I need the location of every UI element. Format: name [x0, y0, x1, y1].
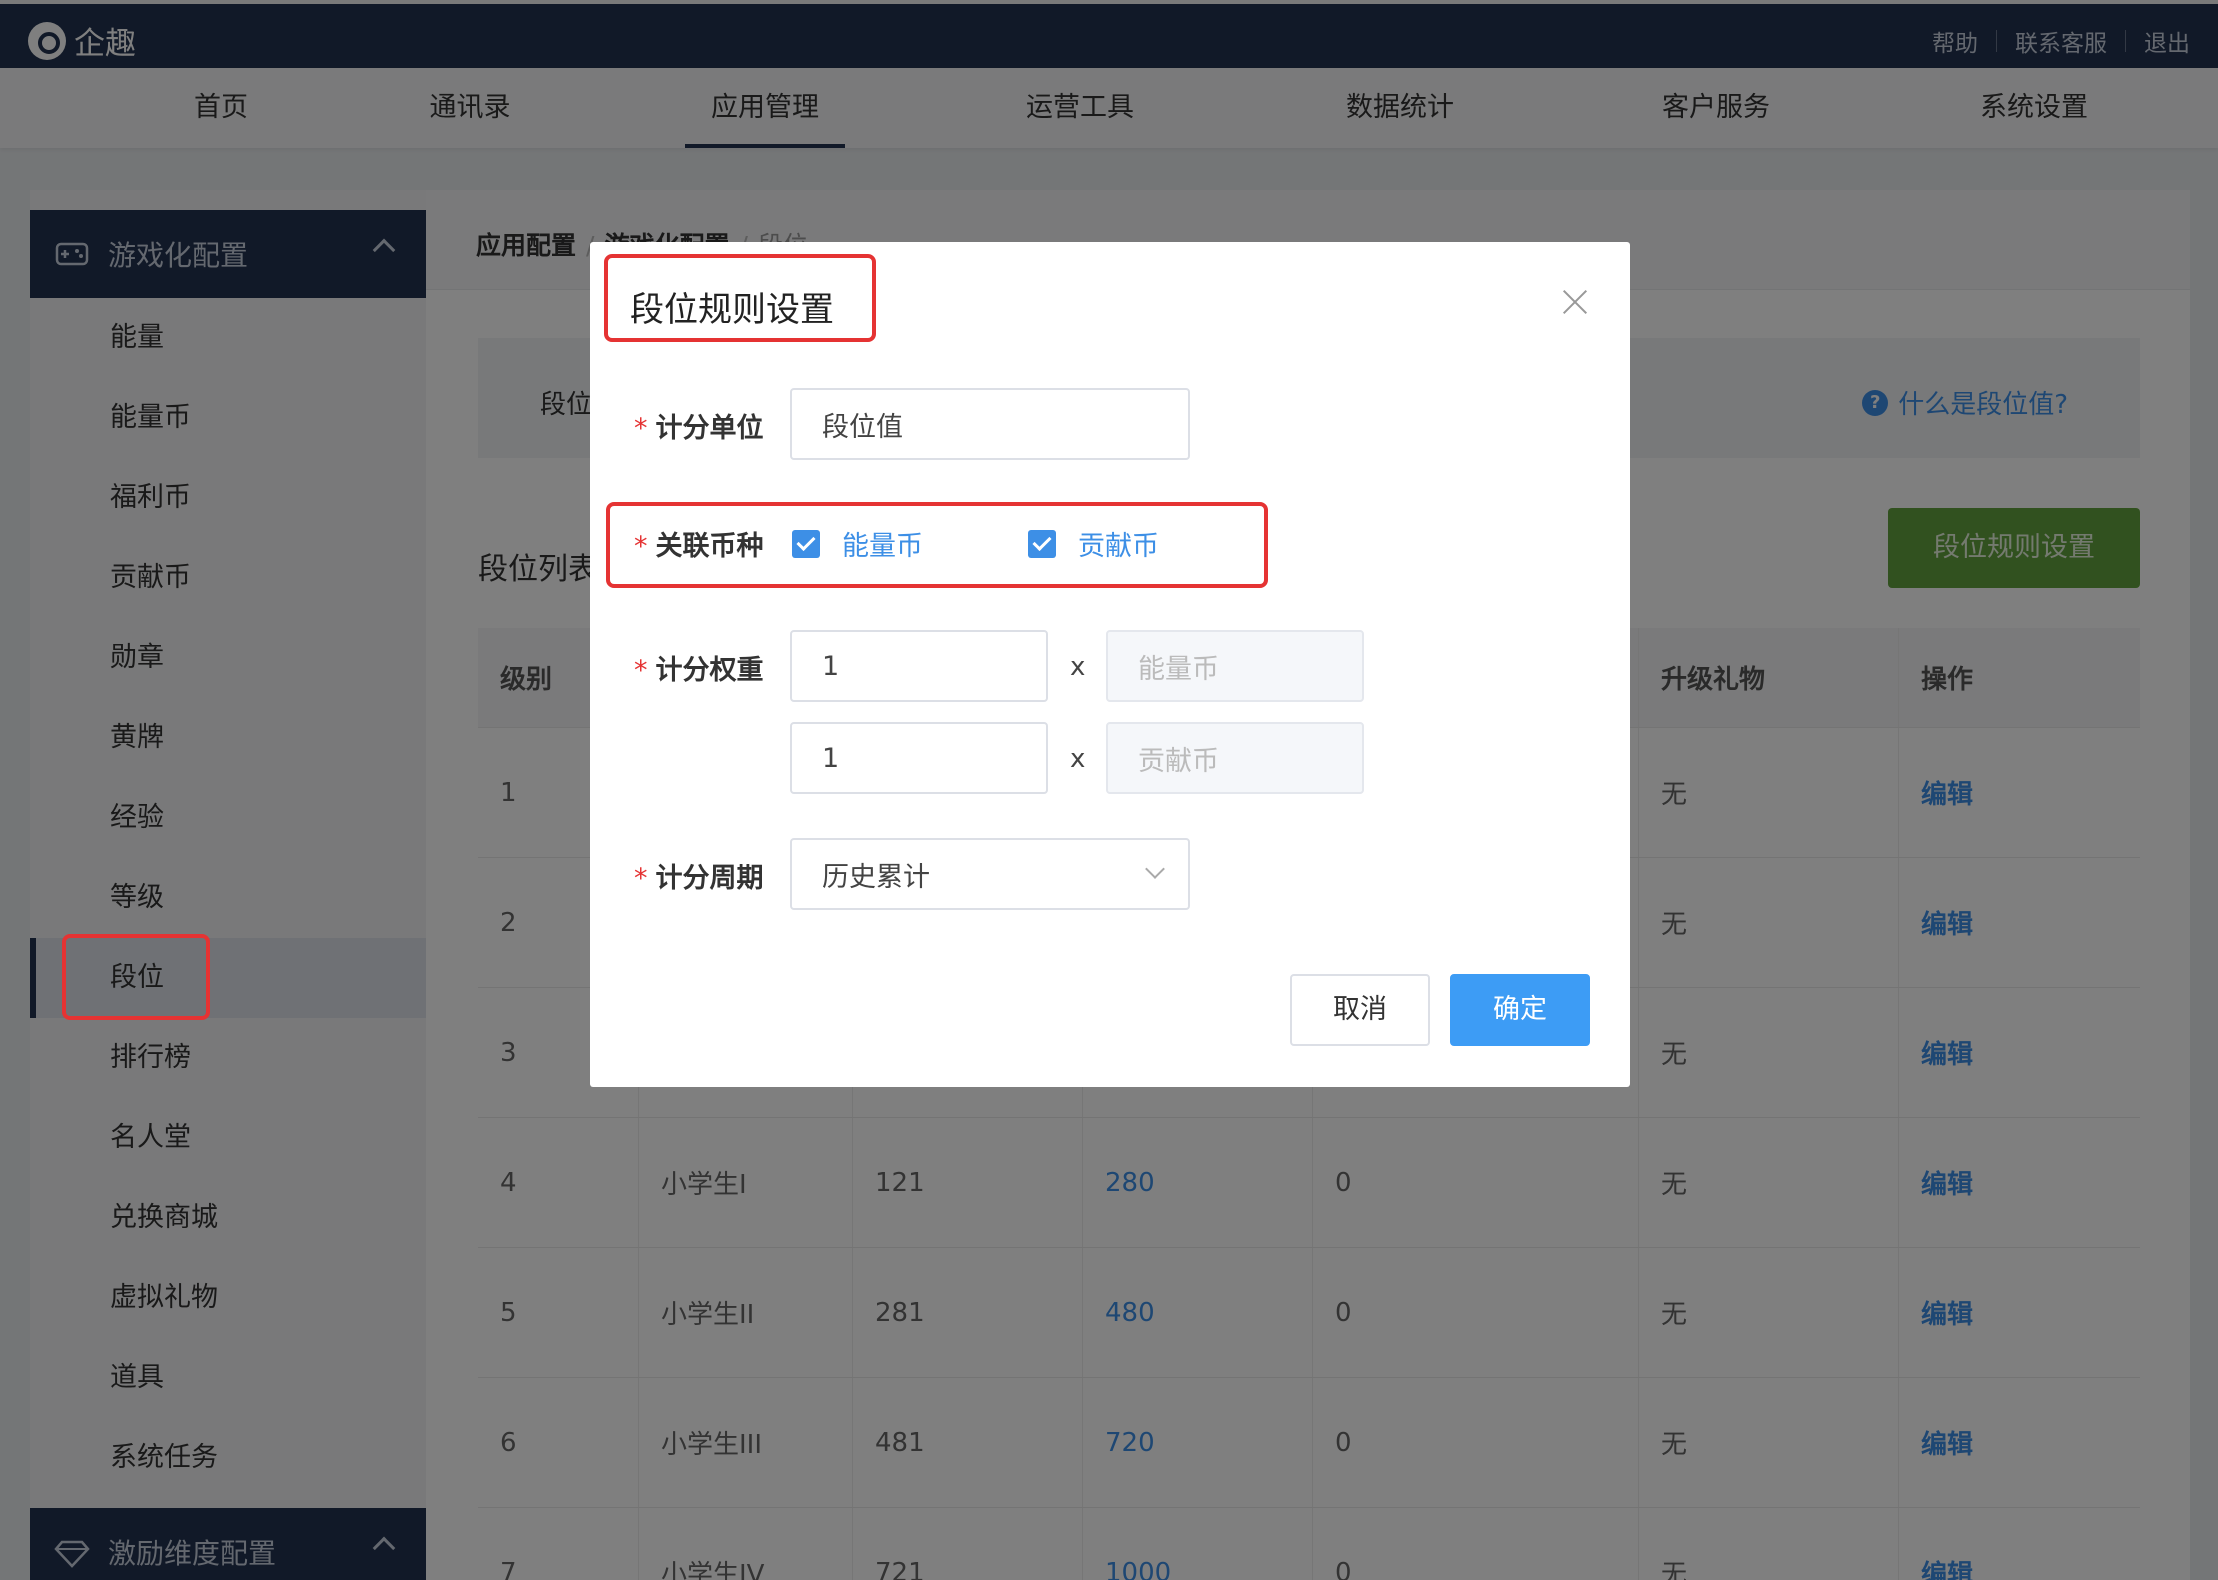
weight-label: * 计分权重 [634, 655, 764, 686]
chevron-down-icon [1145, 859, 1165, 879]
weight-currency-contribution: 贡献币 [1106, 722, 1364, 794]
multiply-sign: x [1070, 652, 1086, 682]
confirm-button[interactable]: 确定 [1450, 974, 1590, 1046]
unit-input[interactable]: 段位值 [790, 388, 1190, 460]
cancel-button[interactable]: 取消 [1290, 974, 1430, 1046]
highlight-box [62, 934, 210, 1020]
unit-label: * 计分单位 [634, 413, 764, 444]
weight-input-energy[interactable]: 1 [790, 630, 1048, 702]
rank-rule-dialog: 段位规则设置 * 计分单位 段位值 * 关联币种 能量币 贡献币 * 计分权重 1 x… [590, 242, 1630, 1087]
checkbox-checked-icon [1028, 529, 1056, 558]
close-icon[interactable] [1562, 288, 1588, 314]
checkbox-contribution-coin[interactable]: 贡献币 [1028, 524, 1159, 563]
multiply-sign: x [1070, 744, 1086, 774]
period-label: * 计分周期 [634, 863, 764, 894]
weight-currency-energy: 能量币 [1106, 630, 1364, 702]
highlight-box [604, 254, 876, 342]
weight-input-contribution[interactable]: 1 [790, 722, 1048, 794]
currency-label: * 关联币种 [634, 531, 764, 562]
period-select[interactable]: 历史累计 [790, 838, 1190, 910]
checkbox-checked-icon [792, 529, 820, 558]
checkbox-energy-coin[interactable]: 能量币 [792, 524, 923, 563]
